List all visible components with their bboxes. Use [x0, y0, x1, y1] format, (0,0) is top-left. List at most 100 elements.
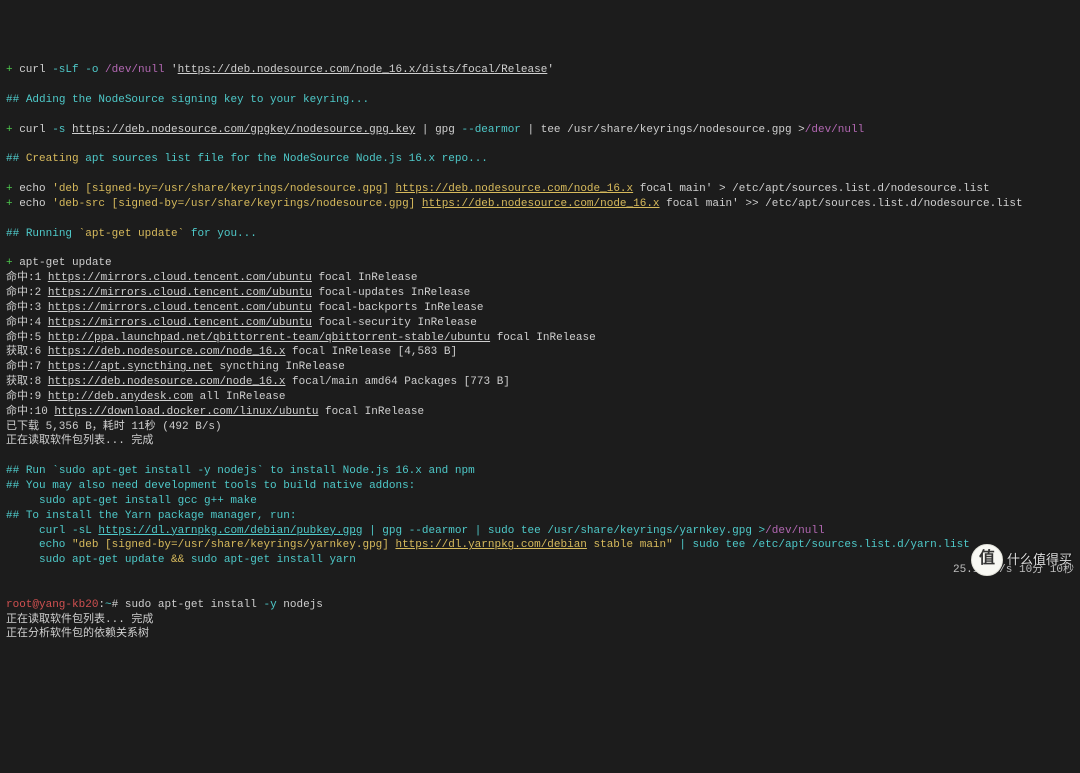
terminal-link[interactable]: https://mirrors.cloud.tencent.com/ubuntu [48, 302, 312, 314]
terminal-line: 获取:8 https://deb.nodesource.com/node_16.… [6, 375, 1074, 390]
terminal-text: 命中:5 [6, 332, 48, 344]
terminal-link[interactable]: https://deb.nodesource.com/node_16.x/dis… [178, 64, 548, 76]
terminal-text: for you... [184, 228, 257, 240]
terminal-text: focal/main amd64 Packages [773 B] [285, 376, 509, 388]
terminal-text: + [6, 198, 19, 210]
terminal-text: 命中:4 [6, 317, 48, 329]
terminal-text: stable main" [587, 539, 673, 551]
terminal-text: focal main' > /etc/apt/sources.list.d/no… [633, 183, 989, 195]
terminal-text: all InRelease [193, 391, 285, 403]
terminal-text: ## [6, 94, 26, 106]
terminal-text: curl [19, 124, 45, 136]
terminal-text: echo [6, 539, 72, 551]
terminal-line: ## Adding the NodeSource signing key to … [6, 93, 1074, 108]
terminal-line [6, 108, 1074, 123]
terminal-text: echo [19, 198, 52, 210]
terminal-line: curl -sL https://dl.yarnpkg.com/debian/p… [6, 524, 1074, 539]
terminal-text: Running [26, 228, 79, 240]
terminal-line: 命中:3 https://mirrors.cloud.tencent.com/u… [6, 301, 1074, 316]
terminal-text: 'deb-src [signed-by=/usr/share/keyrings/… [52, 198, 422, 210]
terminal-link[interactable]: https://deb.nodesource.com/node_16.x [422, 198, 660, 210]
terminal-line: 命中:1 https://mirrors.cloud.tencent.com/u… [6, 271, 1074, 286]
terminal-text: + [6, 124, 19, 136]
terminal-text: 命中:7 [6, 361, 48, 373]
terminal-text: /dev/null [805, 124, 864, 136]
terminal-link[interactable]: https://deb.nodesource.com/gpgkey/nodeso… [72, 124, 415, 136]
terminal-text: -s [46, 124, 72, 136]
terminal-text: focal InRelease [312, 272, 418, 284]
terminal-line: root@yang-kb20:~# sudo apt-get install -… [6, 598, 1074, 613]
terminal-link[interactable]: https://deb.nodesource.com/node_16.x [48, 346, 286, 358]
terminal-output[interactable]: + curl -sLf -o /dev/null 'https://deb.no… [0, 59, 1080, 639]
terminal-text: : [98, 599, 105, 611]
terminal-line [6, 78, 1074, 93]
terminal-text: ~ [105, 599, 112, 611]
terminal-text: echo [19, 183, 52, 195]
terminal-text: `apt-get update` [79, 228, 185, 240]
terminal-link[interactable]: https://dl.yarnpkg.com/debian [395, 539, 586, 551]
terminal-link[interactable]: https://mirrors.cloud.tencent.com/ubuntu [48, 272, 312, 284]
terminal-line: ## Running `apt-get update` for you... [6, 227, 1074, 242]
terminal-line [6, 212, 1074, 227]
terminal-text: focal-security InRelease [312, 317, 477, 329]
terminal-line [6, 138, 1074, 153]
terminal-text: | sudo tee /usr/share/keyrings/yarnkey.g… [468, 525, 765, 537]
terminal-text: Run `sudo apt-get install -y nodejs` to … [26, 465, 475, 477]
terminal-text: You may also need development tools to b… [26, 480, 415, 492]
terminal-text: 命中:10 [6, 406, 54, 418]
terminal-line: 命中:7 https://apt.syncthing.net syncthing… [6, 360, 1074, 375]
terminal-text: sudo apt-get update [6, 554, 171, 566]
terminal-line: 获取:6 https://deb.nodesource.com/node_16.… [6, 345, 1074, 360]
terminal-line [6, 242, 1074, 257]
terminal-text: ' [164, 64, 177, 76]
terminal-text: && [171, 554, 184, 566]
terminal-line: 命中:9 http://deb.anydesk.com all InReleas… [6, 390, 1074, 405]
terminal-line: + echo 'deb-src [signed-by=/usr/share/ke… [6, 197, 1074, 212]
terminal-link[interactable]: https://deb.nodesource.com/node_16.x [48, 376, 286, 388]
terminal-line: 命中:10 https://download.docker.com/linux/… [6, 405, 1074, 420]
terminal-text: 'deb [signed-by=/usr/share/keyrings/node… [52, 183, 395, 195]
terminal-text: sudo apt-get install yarn [184, 554, 356, 566]
terminal-text: focal InRelease [490, 332, 596, 344]
terminal-text: 获取:6 [6, 346, 48, 358]
terminal-link[interactable]: https://mirrors.cloud.tencent.com/ubuntu [48, 317, 312, 329]
terminal-line: 已下载 5,356 B，耗时 11秒 (492 B/s) [6, 420, 1074, 435]
terminal-text: focal-updates InRelease [312, 287, 470, 299]
terminal-line: ## Run `sudo apt-get install -y nodejs` … [6, 464, 1074, 479]
terminal-line: ## To install the Yarn package manager, … [6, 509, 1074, 524]
terminal-text: 命中:9 [6, 391, 48, 403]
terminal-text: # [112, 599, 125, 611]
terminal-text: | gpg [362, 525, 408, 537]
terminal-text: ## [6, 153, 26, 165]
terminal-link[interactable]: https://download.docker.com/linux/ubuntu [54, 406, 318, 418]
terminal-text: Creating [26, 153, 79, 165]
terminal-text: ## [6, 465, 26, 477]
terminal-text: + [6, 64, 19, 76]
terminal-link[interactable]: http://ppa.launchpad.net/qbittorrent-tea… [48, 332, 490, 344]
terminal-text: syncthing InRelease [213, 361, 345, 373]
terminal-text: 正在分析软件包的依赖关系树 [6, 628, 149, 639]
terminal-text: + [6, 257, 19, 269]
terminal-line: 正在读取软件包列表... 完成 [6, 613, 1074, 628]
terminal-line: + curl -s https://deb.nodesource.com/gpg… [6, 123, 1074, 138]
terminal-link[interactable]: http://deb.anydesk.com [48, 391, 193, 403]
terminal-line: 正在分析软件包的依赖关系树 [6, 627, 1074, 639]
terminal-text: "deb [signed-by=/usr/share/keyrings/yarn… [72, 539, 395, 551]
terminal-text: ' [547, 64, 554, 76]
terminal-text: | gpg [415, 124, 461, 136]
terminal-link[interactable]: https://apt.syncthing.net [48, 361, 213, 373]
terminal-line: sudo apt-get install gcc g++ make [6, 494, 1074, 509]
terminal-link[interactable]: https://deb.nodesource.com/node_16.x [395, 183, 633, 195]
terminal-text: ## [6, 228, 26, 240]
terminal-text: /dev/null [765, 525, 824, 537]
terminal-link[interactable]: https://dl.yarnpkg.com/debian/pubkey.gpg [98, 525, 362, 537]
terminal-line: + curl -sLf -o /dev/null 'https://deb.no… [6, 63, 1074, 78]
terminal-link[interactable]: https://mirrors.cloud.tencent.com/ubuntu [48, 287, 312, 299]
terminal-text: 正在读取软件包列表... 完成 [6, 614, 153, 626]
terminal-text: ## [6, 480, 26, 492]
terminal-text: --dearmor [462, 124, 521, 136]
terminal-text: | tee /usr/share/keyrings/nodesource.gpg… [521, 124, 805, 136]
terminal-text: To install the Yarn package manager, run… [26, 510, 297, 522]
terminal-line: 命中:2 https://mirrors.cloud.tencent.com/u… [6, 286, 1074, 301]
terminal-text: sudo apt-get install gcc g++ make [6, 495, 257, 507]
